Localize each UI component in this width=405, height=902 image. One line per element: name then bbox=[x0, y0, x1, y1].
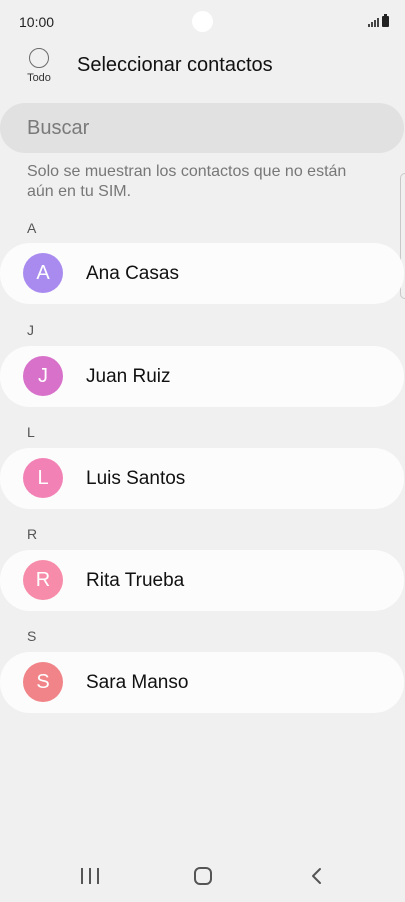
contact-row[interactable]: S Sara Manso bbox=[0, 652, 404, 713]
contact-name: Luis Santos bbox=[86, 468, 186, 489]
info-text: Solo se muestran los contactos que no es… bbox=[27, 163, 347, 200]
contact-name: Rita Trueba bbox=[86, 570, 185, 591]
status-time: 10:00 bbox=[19, 14, 55, 30]
contact-row[interactable]: J Juan Ruiz bbox=[0, 346, 404, 407]
search-box[interactable] bbox=[0, 103, 404, 153]
contact-name: Juan Ruiz bbox=[86, 366, 171, 387]
avatar: L bbox=[23, 458, 63, 498]
section-header-l: L bbox=[27, 424, 35, 440]
section-header-a: A bbox=[27, 220, 37, 236]
signal-icon bbox=[368, 17, 379, 27]
recent-apps-icon[interactable] bbox=[81, 868, 99, 884]
section-header-j: J bbox=[27, 322, 34, 338]
avatar: S bbox=[23, 662, 63, 702]
contact-row[interactable]: A Ana Casas bbox=[0, 243, 404, 304]
header: Todo Seleccionar contactos bbox=[0, 44, 405, 92]
avatar: J bbox=[23, 356, 63, 396]
battery-icon bbox=[382, 14, 389, 27]
camera-cutout bbox=[192, 11, 213, 32]
contact-name: Sara Manso bbox=[86, 672, 189, 693]
search-input[interactable] bbox=[27, 116, 367, 140]
select-all-checkbox[interactable]: Todo bbox=[22, 48, 56, 84]
avatar: R bbox=[23, 560, 63, 600]
home-icon[interactable] bbox=[194, 867, 212, 885]
select-all-label: Todo bbox=[27, 72, 51, 84]
page-title: Seleccionar contactos bbox=[77, 54, 273, 76]
avatar: A bbox=[23, 253, 63, 293]
select-all-circle-icon bbox=[29, 48, 49, 68]
section-header-r: R bbox=[27, 526, 38, 542]
contact-row[interactable]: L Luis Santos bbox=[0, 448, 404, 509]
navigation-bar bbox=[0, 850, 405, 902]
back-icon[interactable] bbox=[310, 867, 324, 885]
section-header-s: S bbox=[27, 628, 37, 644]
contact-name: Ana Casas bbox=[86, 263, 179, 284]
status-bar: 10:00 bbox=[0, 0, 405, 44]
contact-row[interactable]: R Rita Trueba bbox=[0, 550, 404, 611]
status-icons bbox=[368, 14, 389, 27]
